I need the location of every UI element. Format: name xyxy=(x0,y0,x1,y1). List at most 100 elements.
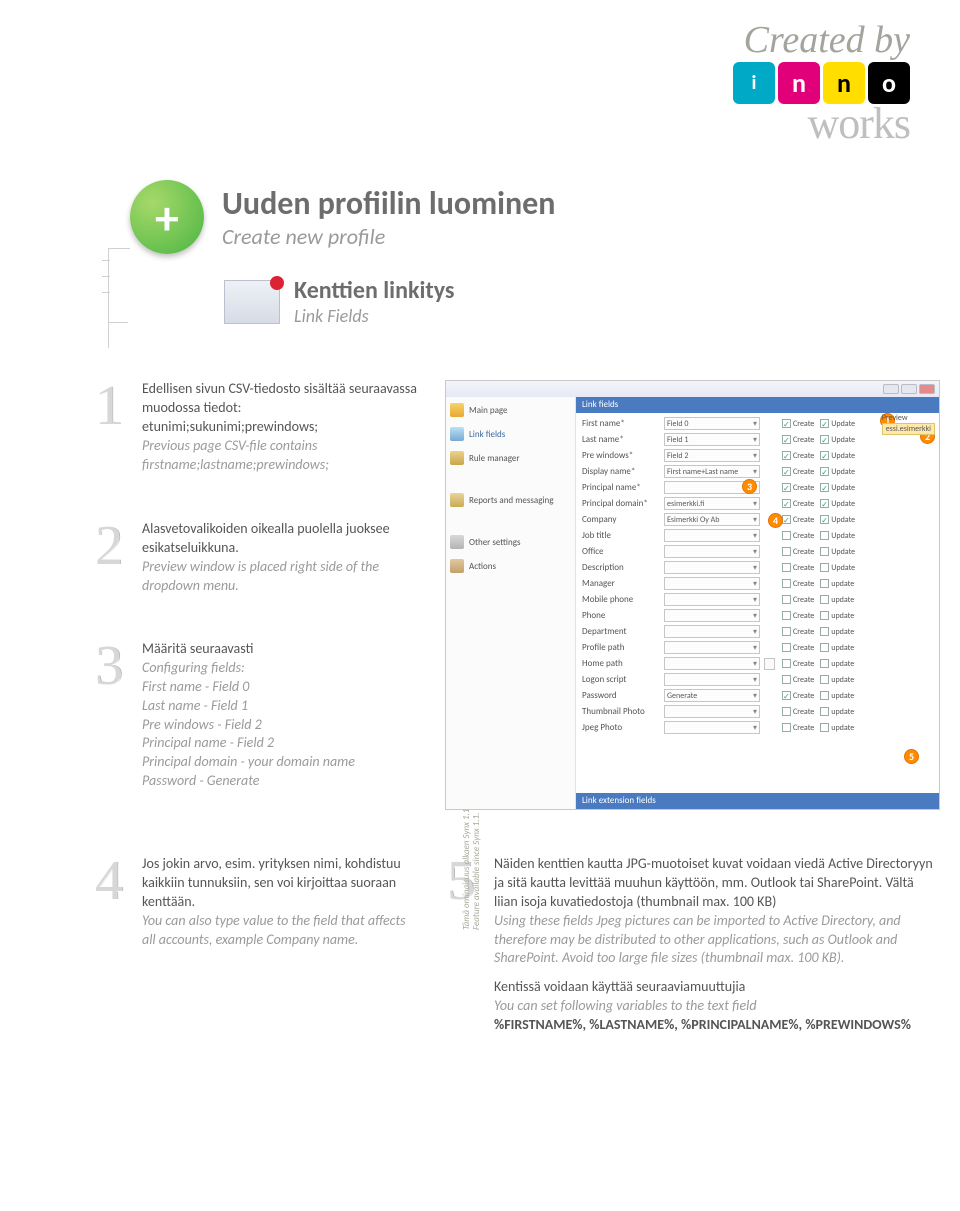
checkbox-update[interactable] xyxy=(820,643,829,652)
window-min-icon[interactable] xyxy=(883,384,899,394)
sidebar-item-reports[interactable]: Reports and messaging xyxy=(450,493,571,507)
checkbox-create[interactable] xyxy=(782,419,791,428)
checkbox-update[interactable] xyxy=(820,483,829,492)
drive-dropdown[interactable] xyxy=(764,658,775,670)
field-select[interactable]: Field 2 xyxy=(664,449,760,462)
checkbox-create[interactable] xyxy=(782,515,791,524)
checkbox-group: CreateUpdate xyxy=(782,435,872,445)
sidebar-item-mainpage[interactable]: Main page xyxy=(450,403,571,417)
checkbox-create[interactable] xyxy=(782,643,791,652)
step-3-line-2: Pre windows - Field 2 xyxy=(142,716,355,735)
checkbox-update[interactable] xyxy=(820,627,829,636)
window-max-icon[interactable] xyxy=(901,384,917,394)
step-5-vars: %FIRSTNAME%, %LASTNAME%, %PRINCIPALNAME%… xyxy=(494,1016,940,1035)
field-select[interactable] xyxy=(664,529,760,542)
field-select[interactable]: First name+Last name xyxy=(664,465,760,478)
field-select[interactable]: esimerkki.fi xyxy=(664,497,760,510)
field-select[interactable] xyxy=(664,673,760,686)
field-select[interactable] xyxy=(664,609,760,622)
checkbox-create[interactable] xyxy=(782,627,791,636)
checkbox-create[interactable] xyxy=(782,659,791,668)
checkbox-create[interactable] xyxy=(782,691,791,700)
field-select[interactable] xyxy=(664,641,760,654)
field-select[interactable] xyxy=(664,657,760,670)
checkbox-create[interactable] xyxy=(782,595,791,604)
created-by-text: Created by xyxy=(670,18,910,62)
sidebar-item-linkfields[interactable]: Link fields xyxy=(450,427,571,441)
checkbox-create[interactable] xyxy=(782,483,791,492)
checkbox-create[interactable] xyxy=(782,563,791,572)
checkbox-group: Createupdate xyxy=(782,723,872,733)
field-select[interactable] xyxy=(664,577,760,590)
checkbox-group: CreateUpdate xyxy=(782,467,872,477)
checkbox-group: Createupdate xyxy=(782,611,872,621)
preview-block: Preview essi.esimerkki xyxy=(882,413,935,435)
field-select[interactable] xyxy=(664,545,760,558)
checkbox-update[interactable] xyxy=(820,611,829,620)
step-5-fi2: Kentissä voidaan käyttää seuraaviamuuttu… xyxy=(494,978,940,997)
field-select[interactable]: Generate xyxy=(664,689,760,702)
field-select[interactable] xyxy=(664,705,760,718)
field-select[interactable]: Esimerkki Oy Ab xyxy=(664,513,760,526)
checkbox-update[interactable] xyxy=(820,531,829,540)
checkbox-create[interactable] xyxy=(782,579,791,588)
field-select[interactable]: Field 0 xyxy=(664,417,760,430)
checkbox-update[interactable] xyxy=(820,563,829,572)
step-2-en: Preview window is placed right side of t… xyxy=(142,558,418,596)
field-label: Pre windows* xyxy=(582,450,660,461)
checkbox-create[interactable] xyxy=(782,531,791,540)
checkbox-update[interactable] xyxy=(820,579,829,588)
checkbox-update[interactable] xyxy=(820,499,829,508)
checkbox-group: CreateUpdate xyxy=(782,451,872,461)
callout-5: 5 xyxy=(904,749,919,764)
checkbox-update[interactable] xyxy=(820,659,829,668)
checkbox-create[interactable] xyxy=(782,467,791,476)
checkbox-create[interactable] xyxy=(782,451,791,460)
field-select[interactable] xyxy=(664,625,760,638)
checkbox-create[interactable] xyxy=(782,435,791,444)
checkbox-update[interactable] xyxy=(820,547,829,556)
checkbox-group: CreateUpdate xyxy=(782,531,872,541)
window-close-icon[interactable] xyxy=(919,384,935,394)
field-label: Thumbnail Photo xyxy=(582,706,660,717)
step-num-3: 3 xyxy=(88,640,130,791)
step-4: 4 Jos jokin arvo, esim. yrityksen nimi, … xyxy=(88,855,418,949)
step-2-fi: Alasvetovalikoiden oikealla puolella juo… xyxy=(142,520,418,558)
field-label: Mobile phone xyxy=(582,594,660,605)
rule-icon xyxy=(450,451,464,465)
field-label: Home path xyxy=(582,658,660,669)
step-1: 1 Edellisen sivun CSV-tiedosto sisältää … xyxy=(88,380,418,474)
checkbox-create[interactable] xyxy=(782,675,791,684)
subtitle-fi: Kenttien linkitys xyxy=(294,276,454,305)
sidebar-item-settings[interactable]: Other settings xyxy=(450,535,571,549)
link-icon xyxy=(450,427,464,441)
field-label: Last name* xyxy=(582,434,660,445)
checkbox-update[interactable] xyxy=(820,435,829,444)
checkbox-create[interactable] xyxy=(782,499,791,508)
checkbox-update[interactable] xyxy=(820,675,829,684)
checkbox-group: CreateUpdate xyxy=(782,515,872,525)
checkbox-update[interactable] xyxy=(820,723,829,732)
checkbox-update[interactable] xyxy=(820,595,829,604)
sidebar-item-actions[interactable]: Actions xyxy=(450,559,571,573)
checkbox-update[interactable] xyxy=(820,419,829,428)
checkbox-create[interactable] xyxy=(782,723,791,732)
settings-icon xyxy=(450,535,464,549)
field-select[interactable]: Field 1 xyxy=(664,433,760,446)
checkbox-create[interactable] xyxy=(782,547,791,556)
checkbox-update[interactable] xyxy=(820,515,829,524)
field-select[interactable] xyxy=(664,721,760,734)
checkbox-update[interactable] xyxy=(820,451,829,460)
checkbox-create[interactable] xyxy=(782,611,791,620)
checkbox-create[interactable] xyxy=(782,707,791,716)
field-select[interactable] xyxy=(664,561,760,574)
checkbox-update[interactable] xyxy=(820,467,829,476)
field-label: Manager xyxy=(582,578,660,589)
screen-icon xyxy=(224,280,280,324)
logo-works: works xyxy=(670,98,910,149)
sidebar-item-rulemanager[interactable]: Rule manager xyxy=(450,451,571,465)
checkbox-update[interactable] xyxy=(820,707,829,716)
field-select[interactable] xyxy=(664,593,760,606)
step-3-line-3: Principal name - Field 2 xyxy=(142,734,355,753)
checkbox-update[interactable] xyxy=(820,691,829,700)
